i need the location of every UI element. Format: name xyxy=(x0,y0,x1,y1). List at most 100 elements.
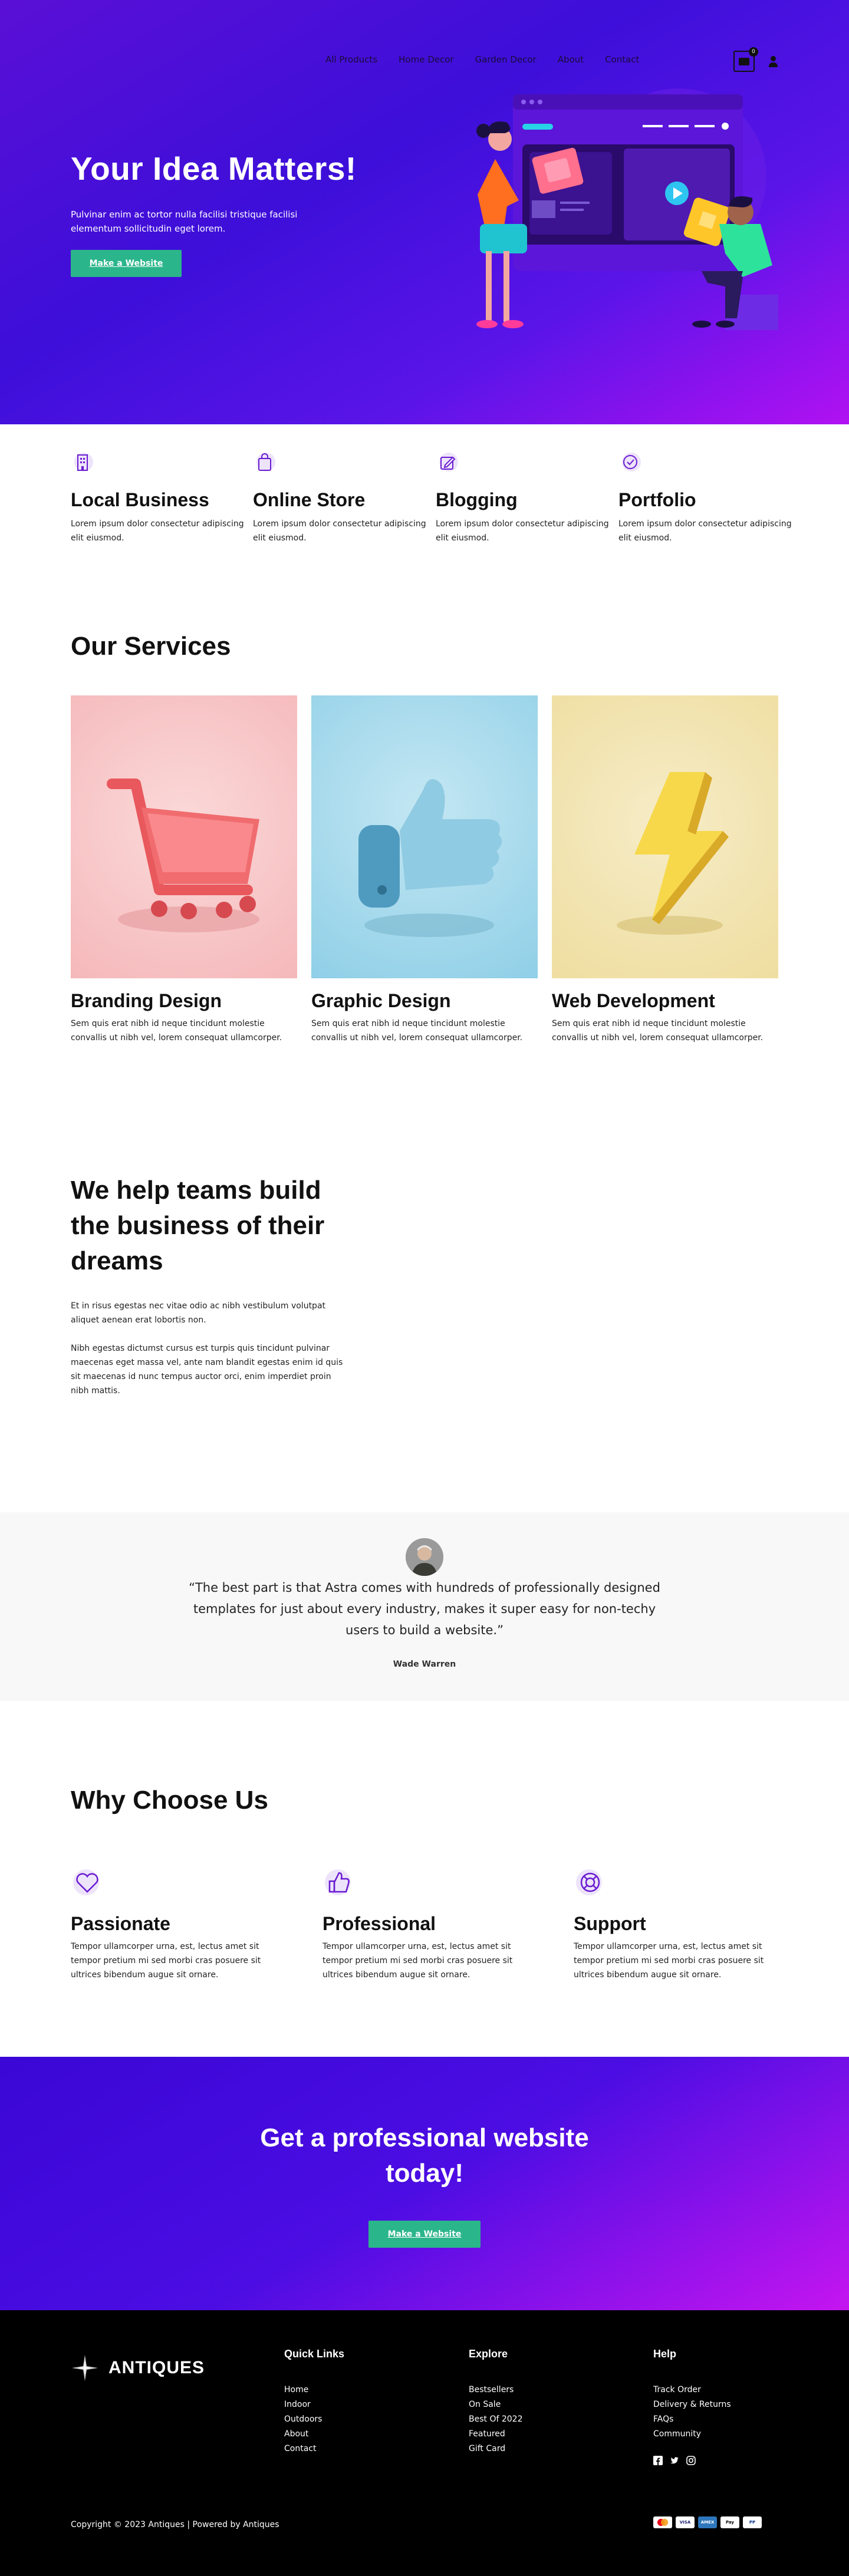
nav-link-all-products[interactable]: All Products xyxy=(325,54,377,65)
footer-link-best-of-2022[interactable]: Best Of 2022 xyxy=(469,2412,522,2427)
footer-link-indoor[interactable]: Indoor xyxy=(284,2397,344,2412)
thumbs-up-icon xyxy=(325,1869,351,1895)
service-text: Sem quis erat nibh id neque tincidunt mo… xyxy=(71,1019,282,1043)
mastercard-icon xyxy=(653,2516,672,2528)
why-item-passionate: Passionate Tempor ullamcorper urna, est,… xyxy=(71,1866,283,1982)
service-title: Branding Design xyxy=(71,990,222,1011)
footer-column-title: Help xyxy=(653,2348,677,2360)
edit-icon xyxy=(439,453,458,471)
feature-text: Lorem ipsum dolor consectetur adipiscing… xyxy=(436,519,609,543)
twitter-icon[interactable] xyxy=(670,2456,679,2465)
thumbs-up-3d-image xyxy=(358,779,502,937)
nav-link-home-decor[interactable]: Home Decor xyxy=(399,54,453,65)
testimonial-quote: “The best part is that Astra comes with … xyxy=(189,1581,660,1637)
cta-make-website-button[interactable]: Make a Website xyxy=(368,2221,481,2248)
why-item-text: Tempor ullamcorper urna, est, lectus ame… xyxy=(323,1942,513,1980)
logo-text: ANTIQUES xyxy=(108,2358,205,2377)
visa-icon: VISA xyxy=(676,2516,695,2528)
footer-link-contact[interactable]: Contact xyxy=(284,2442,344,2456)
footer-link-community[interactable]: Community xyxy=(653,2427,731,2442)
footer-link-on-sale[interactable]: On Sale xyxy=(469,2397,522,2412)
testimonial-author: Wade Warren xyxy=(393,1660,456,1669)
feature-portfolio: Portfolio Lorem ipsum dolor consectetur … xyxy=(618,450,795,545)
footer-link-track-order[interactable]: Track Order xyxy=(653,2383,731,2397)
teams-paragraph-1: Et in risus egestas nec vitae odio ac ni… xyxy=(71,1301,326,1325)
why-item-professional: Professional Tempor ullamcorper urna, es… xyxy=(323,1866,535,1982)
nav-link-contact[interactable]: Contact xyxy=(605,54,639,65)
testimonial-section: “The best part is that Astra comes with … xyxy=(0,1512,849,1701)
features-section: Local Business Lorem ipsum dolor consect… xyxy=(0,424,849,594)
cta-title: Get a professional website today! xyxy=(260,2123,589,2188)
footer-column-help: Help Track Order Delivery & Returns FAQs… xyxy=(653,2348,731,2465)
feature-local-business: Local Business Lorem ipsum dolor consect… xyxy=(71,450,248,545)
facebook-icon[interactable] xyxy=(653,2456,663,2465)
why-item-title: Passionate xyxy=(71,1913,170,1934)
cart-icon[interactable]: 0 xyxy=(733,47,758,72)
apple-pay-icon: Pay xyxy=(720,2516,739,2528)
nav-link-garden-decor[interactable]: Garden Decor xyxy=(475,54,537,65)
cta-section: Get a professional website today! Make a… xyxy=(0,2057,849,2310)
footer-link-featured[interactable]: Featured xyxy=(469,2427,522,2442)
service-text: Sem quis erat nibh id neque tincidunt mo… xyxy=(311,1019,523,1043)
teams-paragraph-2: Nibh egestas dictumst cursus est turpis … xyxy=(71,1344,343,1396)
feature-text: Lorem ipsum dolor consectetur adipiscing… xyxy=(253,519,426,543)
service-text: Sem quis erat nibh id neque tincidunt mo… xyxy=(552,1019,764,1043)
footer-column-quick-links: Quick Links Home Indoor Outdoors About C… xyxy=(284,2348,344,2456)
social-links xyxy=(653,2456,731,2465)
instagram-icon[interactable] xyxy=(686,2456,696,2465)
why-item-text: Tempor ullamcorper urna, est, lectus ame… xyxy=(574,1942,764,1980)
hero-illustration xyxy=(476,88,778,330)
footer-link-faqs[interactable]: FAQs xyxy=(653,2412,731,2427)
why-item-text: Tempor ullamcorper urna, est, lectus ame… xyxy=(71,1942,261,1980)
hero-section: All Products Home Decor Garden Decor Abo… xyxy=(0,0,849,424)
service-title: Web Development xyxy=(552,990,715,1011)
service-image-lightning xyxy=(552,695,778,978)
hero-text: Pulvinar enim ac tortor nulla facilisi t… xyxy=(71,209,298,234)
footer-column-explore: Explore Bestsellers On Sale Best Of 2022… xyxy=(469,2348,522,2456)
nav-link-about[interactable]: About xyxy=(558,54,584,65)
compass-star-icon xyxy=(72,2355,98,2381)
main-nav: All Products Home Decor Garden Decor Abo… xyxy=(71,47,778,72)
why-item-title: Professional xyxy=(323,1913,436,1934)
service-card-branding: Branding Design Sem quis erat nibh id ne… xyxy=(71,695,297,1045)
footer-column-title: Explore xyxy=(469,2348,508,2360)
feature-title: Online Store xyxy=(253,489,366,510)
footer-link-home[interactable]: Home xyxy=(284,2383,344,2397)
user-account-icon[interactable] xyxy=(768,56,778,69)
why-item-title: Support xyxy=(574,1913,646,1934)
feature-title: Blogging xyxy=(436,489,518,510)
nav-links: All Products Home Decor Garden Decor Abo… xyxy=(325,54,639,65)
footer-link-bestsellers[interactable]: Bestsellers xyxy=(469,2383,522,2397)
footer-link-delivery-returns[interactable]: Delivery & Returns xyxy=(653,2397,731,2412)
feature-title: Portfolio xyxy=(618,489,696,510)
site-footer: ANTIQUES Quick Links Home Indoor Outdoor… xyxy=(0,2310,849,2576)
service-image-cart xyxy=(71,695,297,978)
footer-column-title: Quick Links xyxy=(284,2348,345,2360)
amex-icon: AMEX xyxy=(698,2516,717,2528)
footer-link-gift-card[interactable]: Gift Card xyxy=(469,2442,522,2456)
hero-title: Your Idea Matters! xyxy=(71,150,357,187)
footer-link-outdoors[interactable]: Outdoors xyxy=(284,2412,344,2427)
building-icon xyxy=(74,453,93,471)
services-title: Our Services xyxy=(71,632,231,661)
feature-blogging: Blogging Lorem ipsum dolor consectetur a… xyxy=(436,450,613,545)
shopping-bag-icon xyxy=(256,453,275,471)
teams-title: We help teams build the business of thei… xyxy=(71,1176,325,1275)
footer-logo[interactable]: ANTIQUES xyxy=(71,2354,205,2382)
why-title: Why Choose Us xyxy=(71,1786,268,1815)
avatar xyxy=(406,1538,443,1576)
service-title: Graphic Design xyxy=(311,990,451,1011)
badge-check-icon xyxy=(622,453,641,471)
feature-online-store: Online Store Lorem ipsum dolor consectet… xyxy=(253,450,430,545)
feature-text: Lorem ipsum dolor consectetur adipiscing… xyxy=(71,519,244,543)
lifebuoy-icon xyxy=(576,1869,602,1895)
why-item-support: Support Tempor ullamcorper urna, est, le… xyxy=(574,1866,786,1982)
footer-link-about[interactable]: About xyxy=(284,2427,344,2442)
feature-title: Local Business xyxy=(71,489,209,510)
shopping-cart-3d-image xyxy=(107,779,259,932)
feature-text: Lorem ipsum dolor consectetur adipiscing… xyxy=(618,519,792,543)
cart-count-badge: 0 xyxy=(749,47,758,57)
service-card-web: Web Development Sem quis erat nibh id ne… xyxy=(552,695,778,1045)
hero-make-website-button[interactable]: Make a Website xyxy=(71,250,182,277)
paypal-icon: PP xyxy=(743,2516,762,2528)
